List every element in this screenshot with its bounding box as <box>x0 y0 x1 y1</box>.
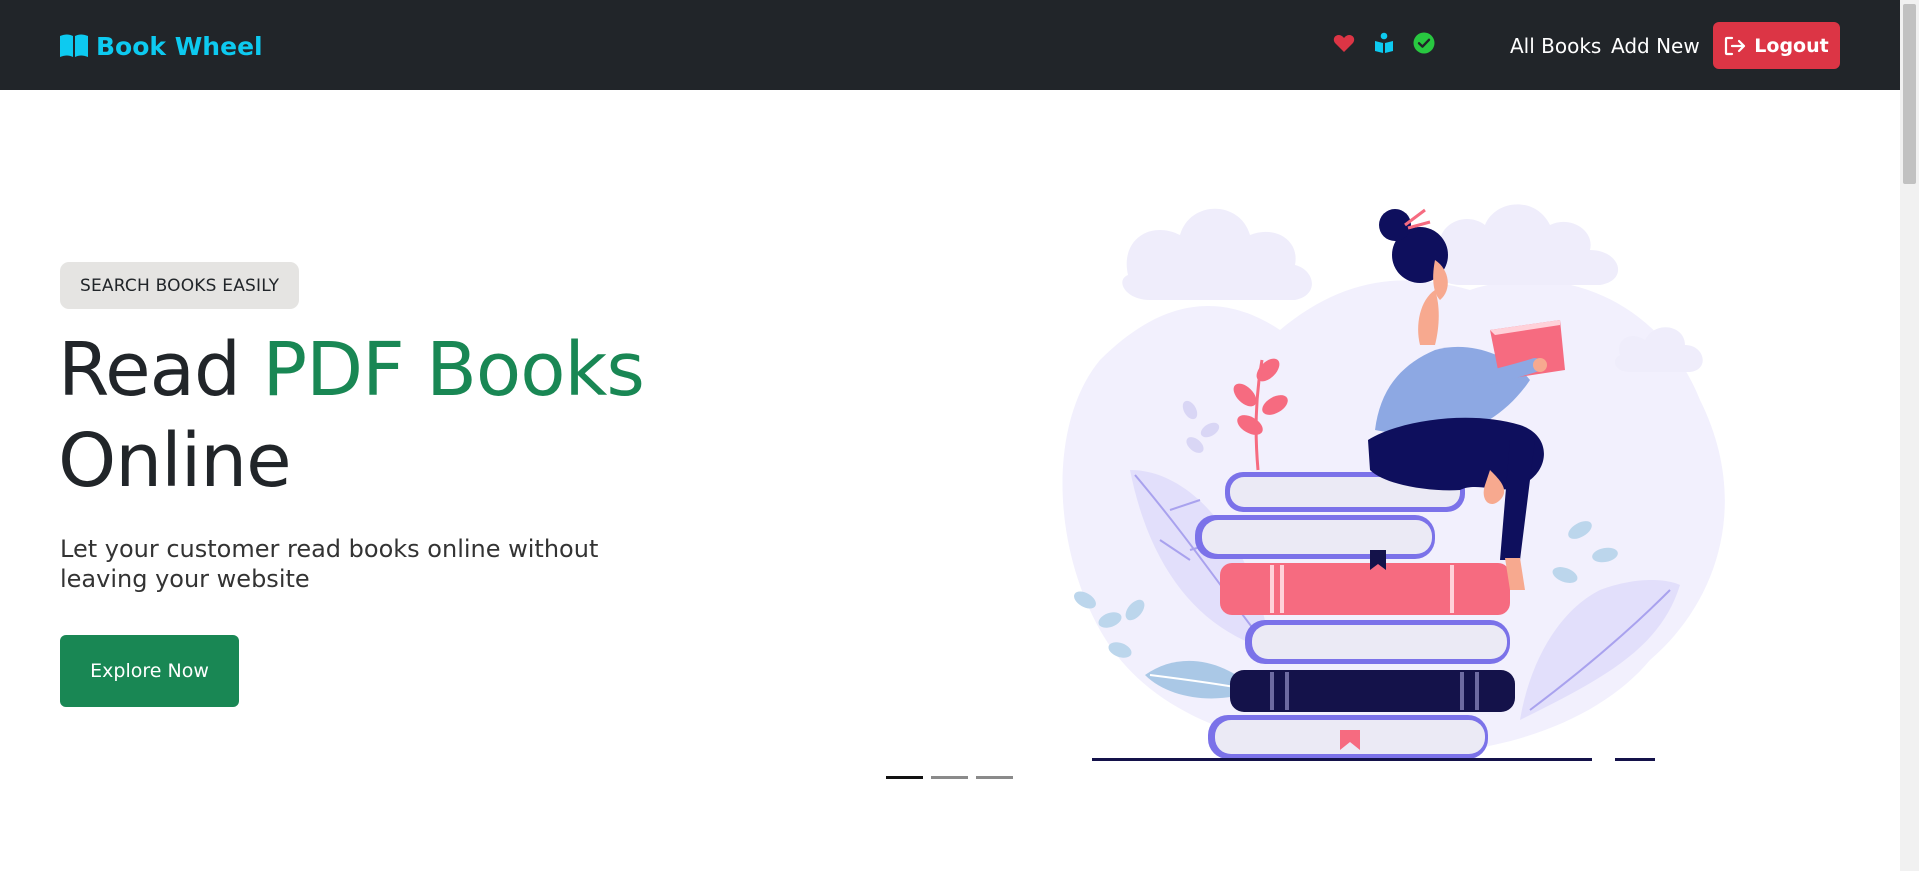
status-icons <box>1332 31 1436 55</box>
check-circle-icon[interactable] <box>1412 31 1436 55</box>
hero-badge: SEARCH BOOKS EASILY <box>60 262 300 309</box>
hero-title: Read PDF Books Online <box>58 325 758 507</box>
carousel-indicator[interactable] <box>931 776 968 779</box>
carousel-indicators <box>886 776 1013 779</box>
hero-subtitle: Let your customer read books online with… <box>60 535 599 593</box>
nav-add-new[interactable]: Add New <box>1611 32 1700 60</box>
heart-icon[interactable] <box>1332 31 1356 55</box>
carousel-indicator[interactable] <box>976 776 1013 779</box>
logout-icon <box>1725 36 1746 55</box>
logout-label: Logout <box>1754 34 1829 57</box>
hero-title-accent: PDF Books <box>262 327 644 413</box>
hero-title-prefix: Read <box>58 327 263 413</box>
open-book-icon <box>60 34 88 57</box>
logout-button[interactable]: Logout <box>1713 22 1840 69</box>
explore-now-button[interactable]: Explore Now <box>60 635 239 707</box>
brand-link[interactable]: Book Wheel <box>59 28 263 64</box>
hero-title-suffix: Online <box>58 418 292 504</box>
reading-woman-illustration <box>1062 204 1725 761</box>
top-navbar: Book Wheel All Books Add New Logout <box>0 0 1900 90</box>
carousel-indicator[interactable] <box>886 776 923 779</box>
scrollbar[interactable] <box>1900 0 1919 871</box>
brand-name: Book Wheel <box>96 31 263 61</box>
reader-icon[interactable] <box>1372 31 1396 55</box>
nav-all-books[interactable]: All Books <box>1510 32 1601 60</box>
scrollbar-thumb[interactable] <box>1903 4 1916 184</box>
